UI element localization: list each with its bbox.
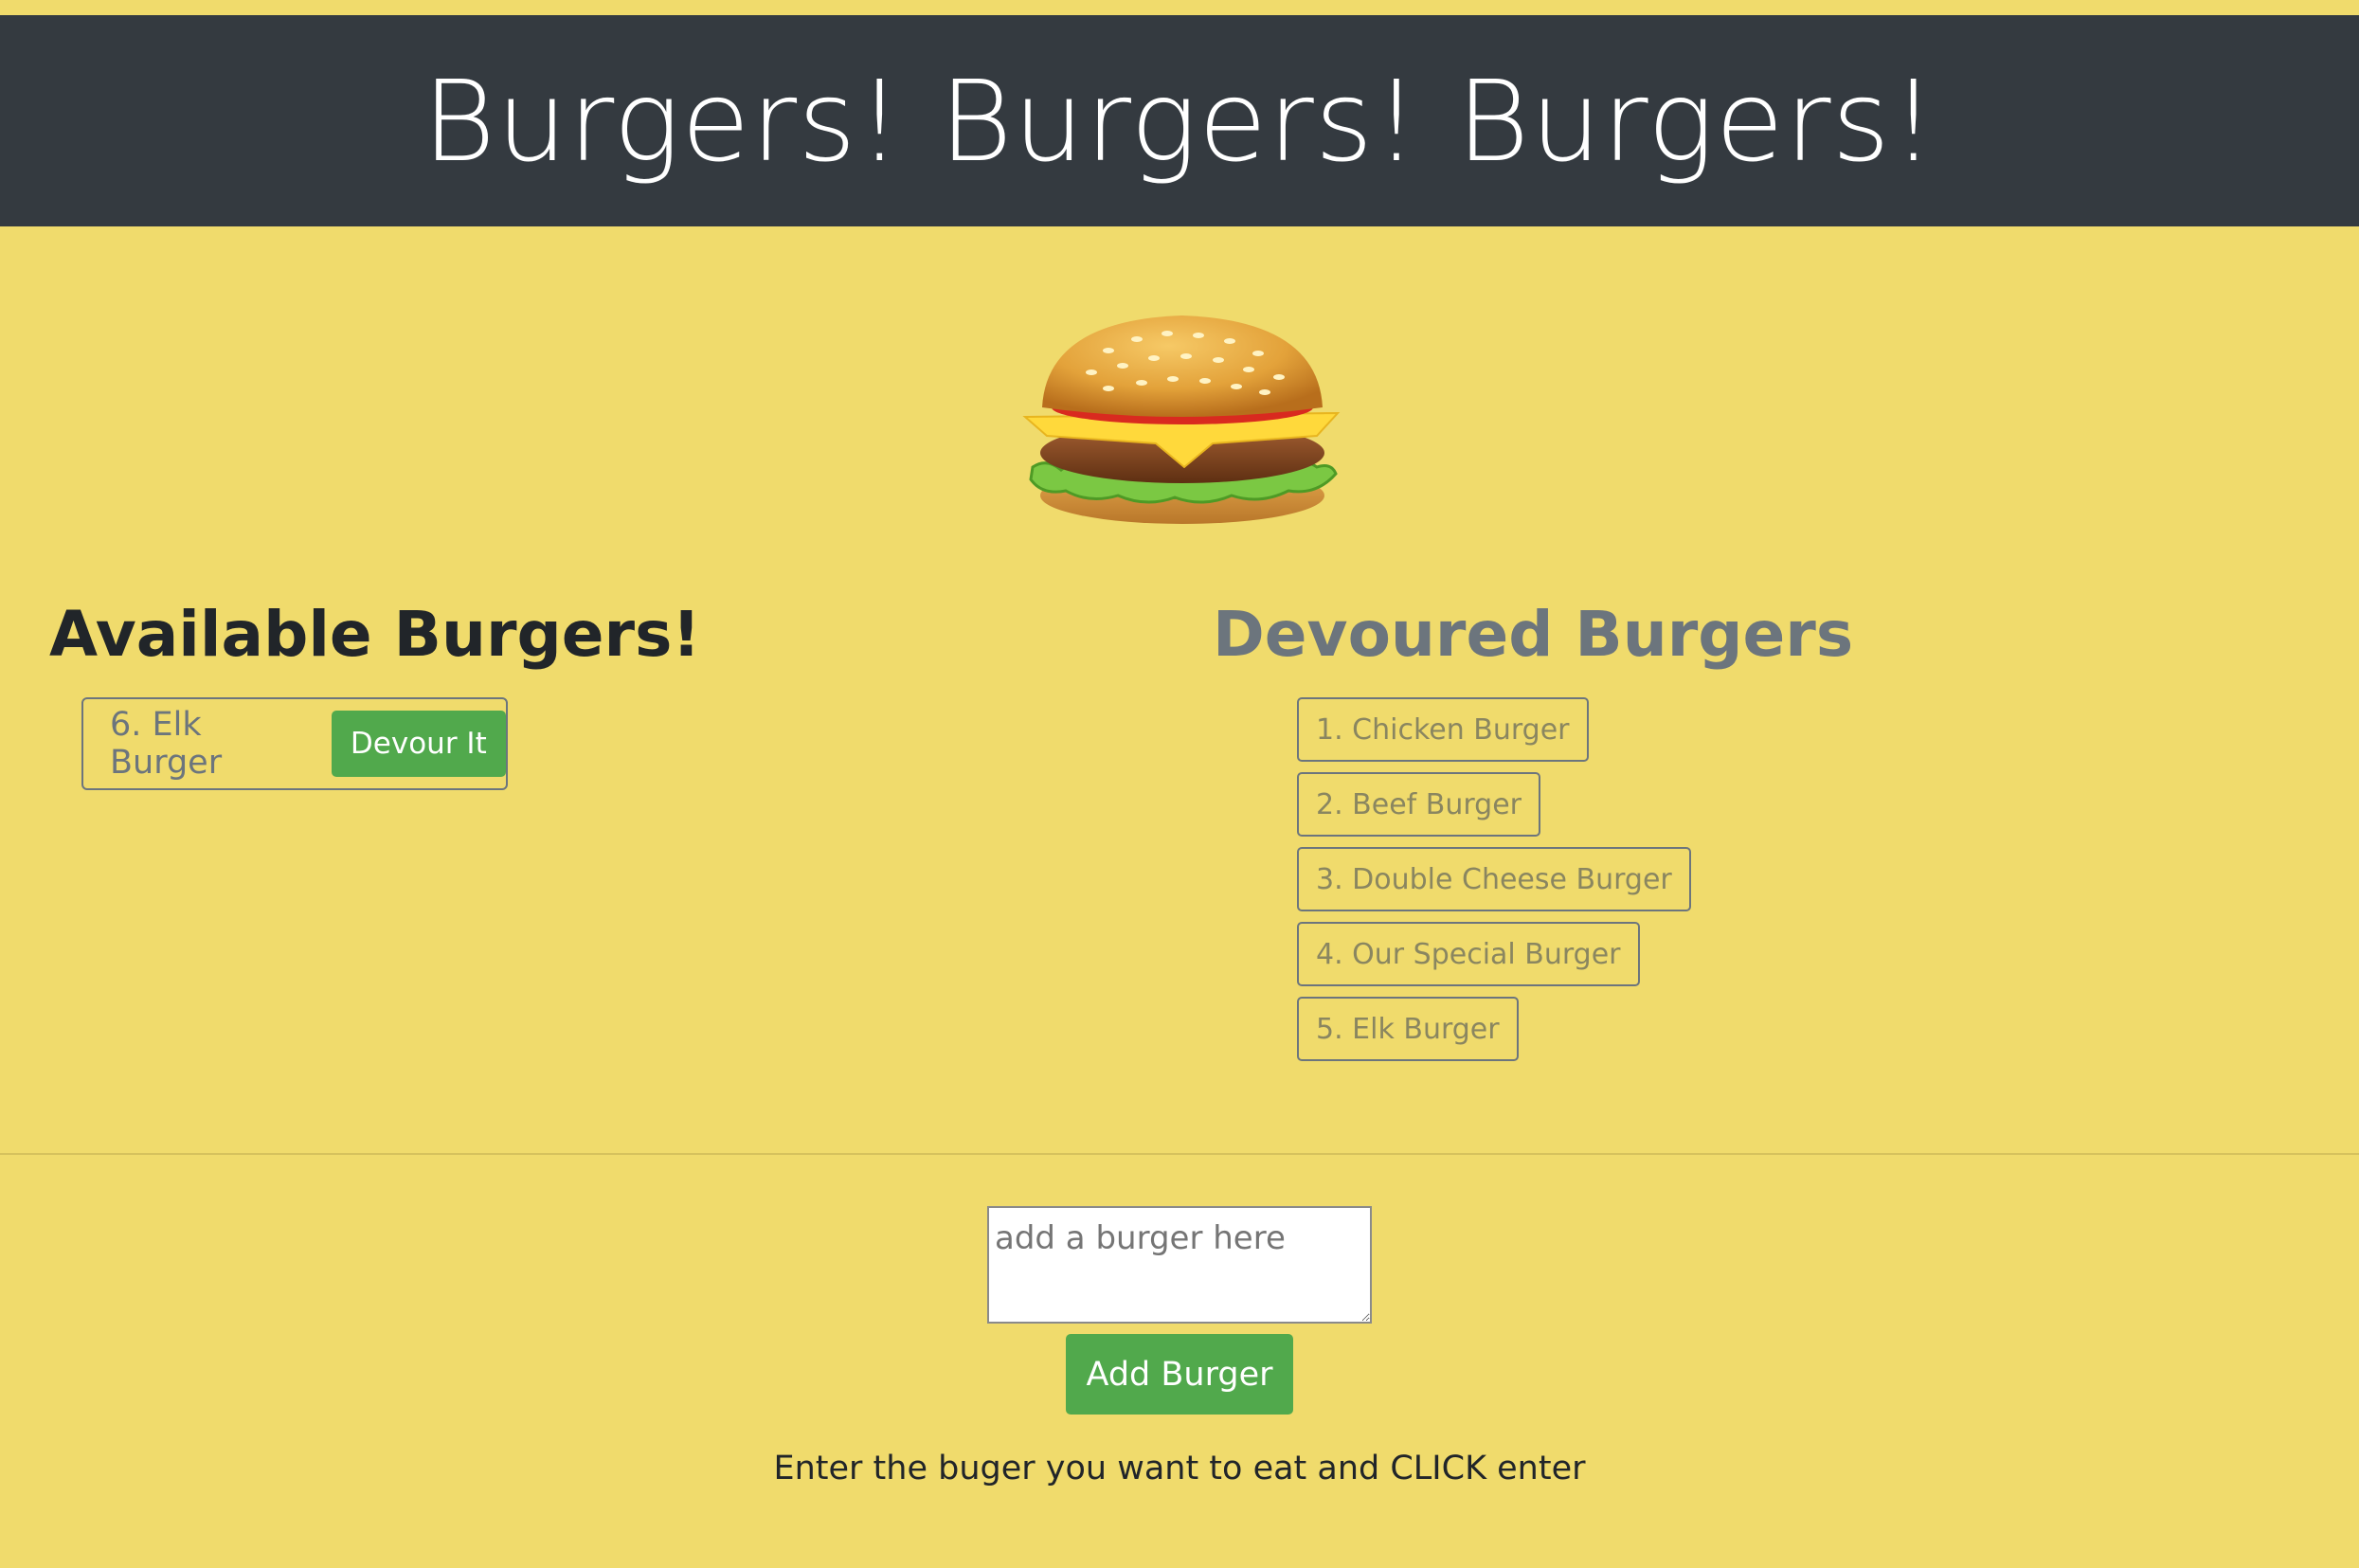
- devoured-burger-item: 5. Elk Burger: [1297, 997, 1519, 1061]
- devoured-section: Devoured Burgers: [1213, 597, 1853, 672]
- page-title: Burgers! Burgers! Burgers!: [422, 55, 1937, 187]
- devoured-burger-item: 3. Double Cheese Burger: [1297, 847, 1691, 911]
- available-title: Available Burgers!: [49, 598, 701, 671]
- available-burger-label: 6. Elk Burger: [110, 706, 223, 782]
- section-divider: [0, 1153, 2359, 1155]
- available-burger-item: 6. Elk Burger Devour It: [81, 697, 508, 790]
- top-strip: [0, 0, 2359, 15]
- hamburger-icon: [1004, 301, 1355, 529]
- devoured-burger-item: 1. Chicken Burger: [1297, 697, 1589, 762]
- burger-name-input[interactable]: [987, 1206, 1372, 1324]
- devoured-burger-item: 2. Beef Burger: [1297, 772, 1540, 837]
- page-header: Burgers! Burgers! Burgers!: [0, 15, 2359, 226]
- available-section: Available Burgers!: [49, 597, 700, 672]
- devoured-title: Devoured Burgers: [1213, 598, 1854, 671]
- instruction-text: Enter the buger you want to eat and CLIC…: [773, 1450, 1586, 1487]
- devoured-list: 1. Chicken Burger 2. Beef Burger 3. Doub…: [1297, 697, 1691, 1072]
- devoured-burger-item: 4. Our Special Burger: [1297, 922, 1640, 986]
- add-burger-button[interactable]: Add Burger: [1066, 1334, 1293, 1415]
- devour-button[interactable]: Devour It: [331, 711, 506, 777]
